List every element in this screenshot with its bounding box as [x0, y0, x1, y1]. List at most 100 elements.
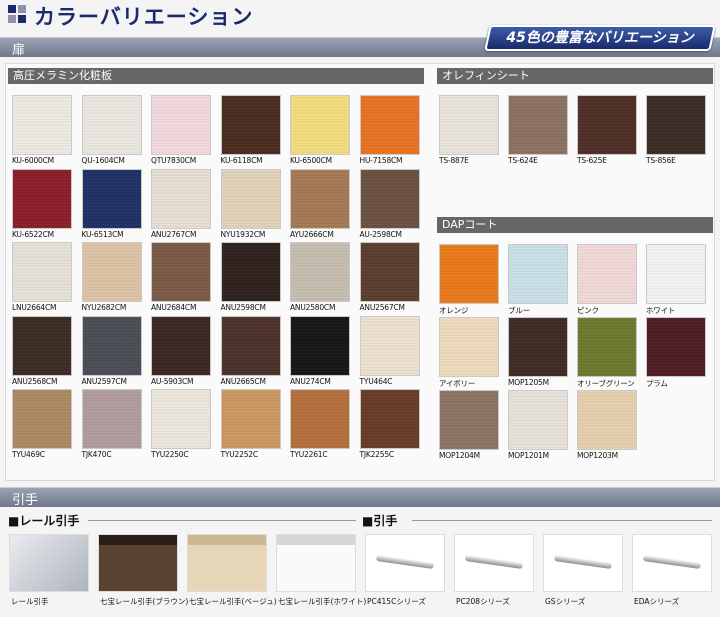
- color-swatch: [13, 390, 71, 448]
- handle-label: PC415Cシリーズ: [367, 597, 426, 606]
- color-code-label: ANU2568CM: [12, 376, 58, 386]
- divider: [412, 520, 712, 521]
- section-label-door: 扉: [12, 43, 26, 58]
- color-code-label: KU-6000CM: [12, 156, 54, 165]
- color-swatch: [82, 390, 141, 448]
- color-code-label: MOP1201M: [508, 451, 549, 460]
- pull-handle-image: [366, 535, 444, 591]
- title-squares-icon: [8, 5, 26, 23]
- color-swatch: [13, 316, 71, 375]
- color-code-label: オレンジ: [439, 306, 469, 315]
- color-swatch: [221, 169, 280, 228]
- color-swatch: [221, 243, 280, 301]
- color-swatch: [509, 96, 567, 154]
- color-swatch: [82, 169, 141, 228]
- color-code-label: MOP1204M: [439, 451, 480, 460]
- color-swatch: [647, 96, 705, 154]
- color-count-badge: 45色の豊富なバリエーション: [484, 25, 716, 51]
- color-code-label: AYU2666CM: [290, 229, 334, 239]
- pull-bar-icon: [464, 554, 524, 570]
- color-code-label: ANU274CM: [290, 376, 331, 386]
- section-bar-handle: 引手: [0, 487, 720, 508]
- pull-bar-icon: [642, 554, 702, 570]
- color-code-label: QU-1604CM: [81, 156, 125, 165]
- pull-handle-image: [455, 535, 533, 591]
- color-swatch: [578, 96, 636, 154]
- color-code-label: ANU2684CM: [151, 303, 197, 312]
- color-swatch: [82, 96, 141, 154]
- color-code-label: KU-6500CM: [290, 156, 332, 165]
- color-swatch: [152, 169, 210, 228]
- color-swatch: [152, 390, 210, 448]
- pull-bar-icon: [553, 554, 613, 570]
- color-swatch: [221, 96, 280, 154]
- color-swatch: [440, 96, 498, 154]
- color-swatch: [291, 316, 349, 375]
- group-header-dap: DAPコート: [437, 217, 713, 233]
- color-swatch: [221, 316, 280, 375]
- handle-label: EDAシリーズ: [634, 597, 680, 606]
- color-code-label: プラム: [646, 379, 668, 388]
- color-swatch: [360, 243, 419, 301]
- color-swatch: [360, 316, 419, 375]
- pull-handle-image: [633, 535, 711, 591]
- color-swatch: [440, 318, 498, 376]
- page-title: カラーバリエーション: [34, 5, 254, 29]
- color-code-label: TYU2252C: [220, 450, 259, 459]
- color-code-label: LNU2664CM: [12, 303, 57, 312]
- handle-label: PC208シリーズ: [456, 597, 510, 606]
- color-swatch: [360, 390, 419, 448]
- color-swatch: [82, 316, 141, 375]
- handle-label: GSシリーズ: [545, 597, 586, 606]
- color-code-label: KU-6118CM: [220, 156, 263, 165]
- color-swatch: [221, 390, 280, 448]
- color-code-label: ANU2580CM: [290, 303, 336, 312]
- color-swatch: [578, 245, 636, 303]
- color-swatch: [509, 245, 567, 303]
- color-code-label: MOP1203M: [577, 451, 618, 460]
- color-swatch: [509, 318, 567, 376]
- color-code-label: TYU2261C: [290, 450, 328, 459]
- color-code-label: ブルー: [508, 306, 530, 315]
- handle-label: 七宝レール引手(ホワイト): [278, 597, 367, 606]
- color-code-label: オリーブグリーン: [577, 379, 635, 388]
- color-swatch: [360, 96, 419, 154]
- color-code-label: ANU2567CM: [359, 303, 405, 312]
- color-code-label: ピンク: [577, 306, 599, 315]
- color-code-label: ホワイト: [646, 306, 676, 315]
- color-swatch: [440, 391, 498, 449]
- rail-handle-image: [188, 535, 266, 591]
- handle-label: レール引手: [11, 597, 49, 606]
- color-code-label: NYU2682CM: [81, 303, 127, 312]
- pull-handle-heading: ■引手: [362, 514, 398, 528]
- color-code-label: ANU2665CM: [220, 376, 266, 386]
- color-code-label: MOP1205M: [508, 378, 549, 387]
- color-code-label: HU-7158CM: [359, 156, 403, 165]
- color-swatch: [291, 390, 349, 448]
- color-swatch: [13, 169, 71, 228]
- color-code-label: AU-2598CM: [359, 229, 403, 239]
- color-code-label: KU-6513CM: [81, 229, 124, 239]
- divider: [88, 520, 356, 521]
- handle-label: 七宝レール引手(ブラウン): [100, 597, 189, 606]
- color-swatch: [291, 243, 349, 301]
- pull-handle-image: [544, 535, 622, 591]
- color-code-label: TJK470C: [81, 450, 112, 459]
- color-swatch: [82, 243, 141, 301]
- color-swatch: [647, 318, 705, 376]
- color-code-label: AU-5903CM: [151, 376, 194, 386]
- color-swatch: [291, 169, 349, 228]
- rail-handle-image: [99, 535, 177, 591]
- color-swatch: [13, 96, 71, 154]
- badge-text: 45色の豊富なバリエーション: [506, 30, 694, 46]
- color-swatch: [360, 169, 419, 228]
- color-code-label: TS-624E: [508, 156, 538, 165]
- color-code-label: TYU464C: [359, 376, 393, 386]
- pull-bar-icon: [375, 554, 435, 570]
- color-code-label: ANU2597CM: [81, 376, 127, 386]
- color-swatch: [647, 245, 705, 303]
- color-swatch: [440, 245, 498, 303]
- color-code-label: TYU469C: [12, 450, 45, 459]
- color-code-label: ANU2767CM: [151, 229, 197, 239]
- group-header-olefin: オレフィンシート: [437, 68, 713, 84]
